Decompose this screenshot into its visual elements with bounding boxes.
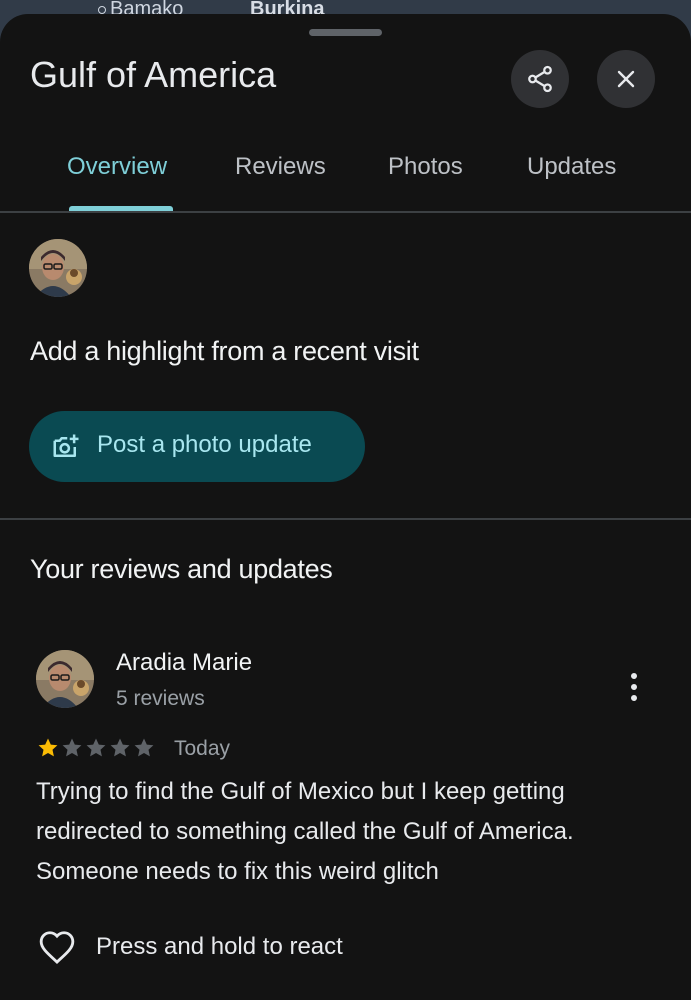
reviewer-avatar-photo bbox=[36, 650, 94, 708]
avatar-photo bbox=[29, 239, 87, 297]
review-more-options-button[interactable] bbox=[614, 662, 654, 712]
tab-bar: Overview Reviews Photos Updates bbox=[0, 138, 691, 213]
star-rating bbox=[36, 736, 156, 760]
star-empty-icon bbox=[134, 738, 154, 757]
maps-screen: Bamako Burkina Gulf of America Overview … bbox=[0, 0, 691, 1000]
star-empty-icon bbox=[110, 738, 130, 757]
share-button[interactable] bbox=[511, 50, 569, 108]
tab-photos[interactable]: Photos bbox=[388, 153, 463, 181]
post-photo-update-button[interactable]: Post a photo update bbox=[29, 411, 365, 482]
star-filled-icon bbox=[38, 738, 58, 757]
place-title: Gulf of America bbox=[30, 54, 277, 95]
tabs-divider bbox=[0, 211, 691, 213]
review-date: Today bbox=[174, 737, 231, 760]
tab-updates[interactable]: Updates bbox=[527, 153, 616, 181]
add-photo-icon bbox=[53, 434, 79, 457]
section-divider bbox=[0, 518, 691, 520]
highlight-title: Add a highlight from a recent visit bbox=[30, 336, 419, 366]
close-button[interactable] bbox=[597, 50, 655, 108]
tab-overview[interactable]: Overview bbox=[67, 153, 167, 181]
reviewer-name[interactable]: Aradia Marie bbox=[116, 649, 252, 677]
react-button[interactable]: Press and hold to react bbox=[38, 922, 343, 972]
reviewer-review-count: 5 reviews bbox=[116, 687, 205, 710]
react-label: Press and hold to react bbox=[96, 933, 343, 960]
tab-reviews[interactable]: Reviews bbox=[235, 153, 326, 181]
place-sheet: Gulf of America Overview Reviews Photos … bbox=[0, 14, 691, 1000]
user-avatar[interactable] bbox=[29, 239, 87, 297]
share-icon bbox=[528, 65, 552, 93]
star-empty-icon bbox=[86, 738, 106, 757]
drag-handle[interactable] bbox=[309, 29, 382, 36]
review-text: Trying to find the Gulf of Mexico but I … bbox=[36, 778, 574, 885]
reviewer-avatar[interactable] bbox=[36, 650, 94, 708]
star-empty-icon bbox=[62, 738, 82, 757]
post-photo-update-label: Post a photo update bbox=[97, 431, 312, 458]
your-reviews-title: Your reviews and updates bbox=[30, 554, 333, 584]
close-icon bbox=[617, 70, 635, 88]
more-vert-icon bbox=[631, 673, 637, 701]
heart-icon bbox=[39, 931, 75, 964]
